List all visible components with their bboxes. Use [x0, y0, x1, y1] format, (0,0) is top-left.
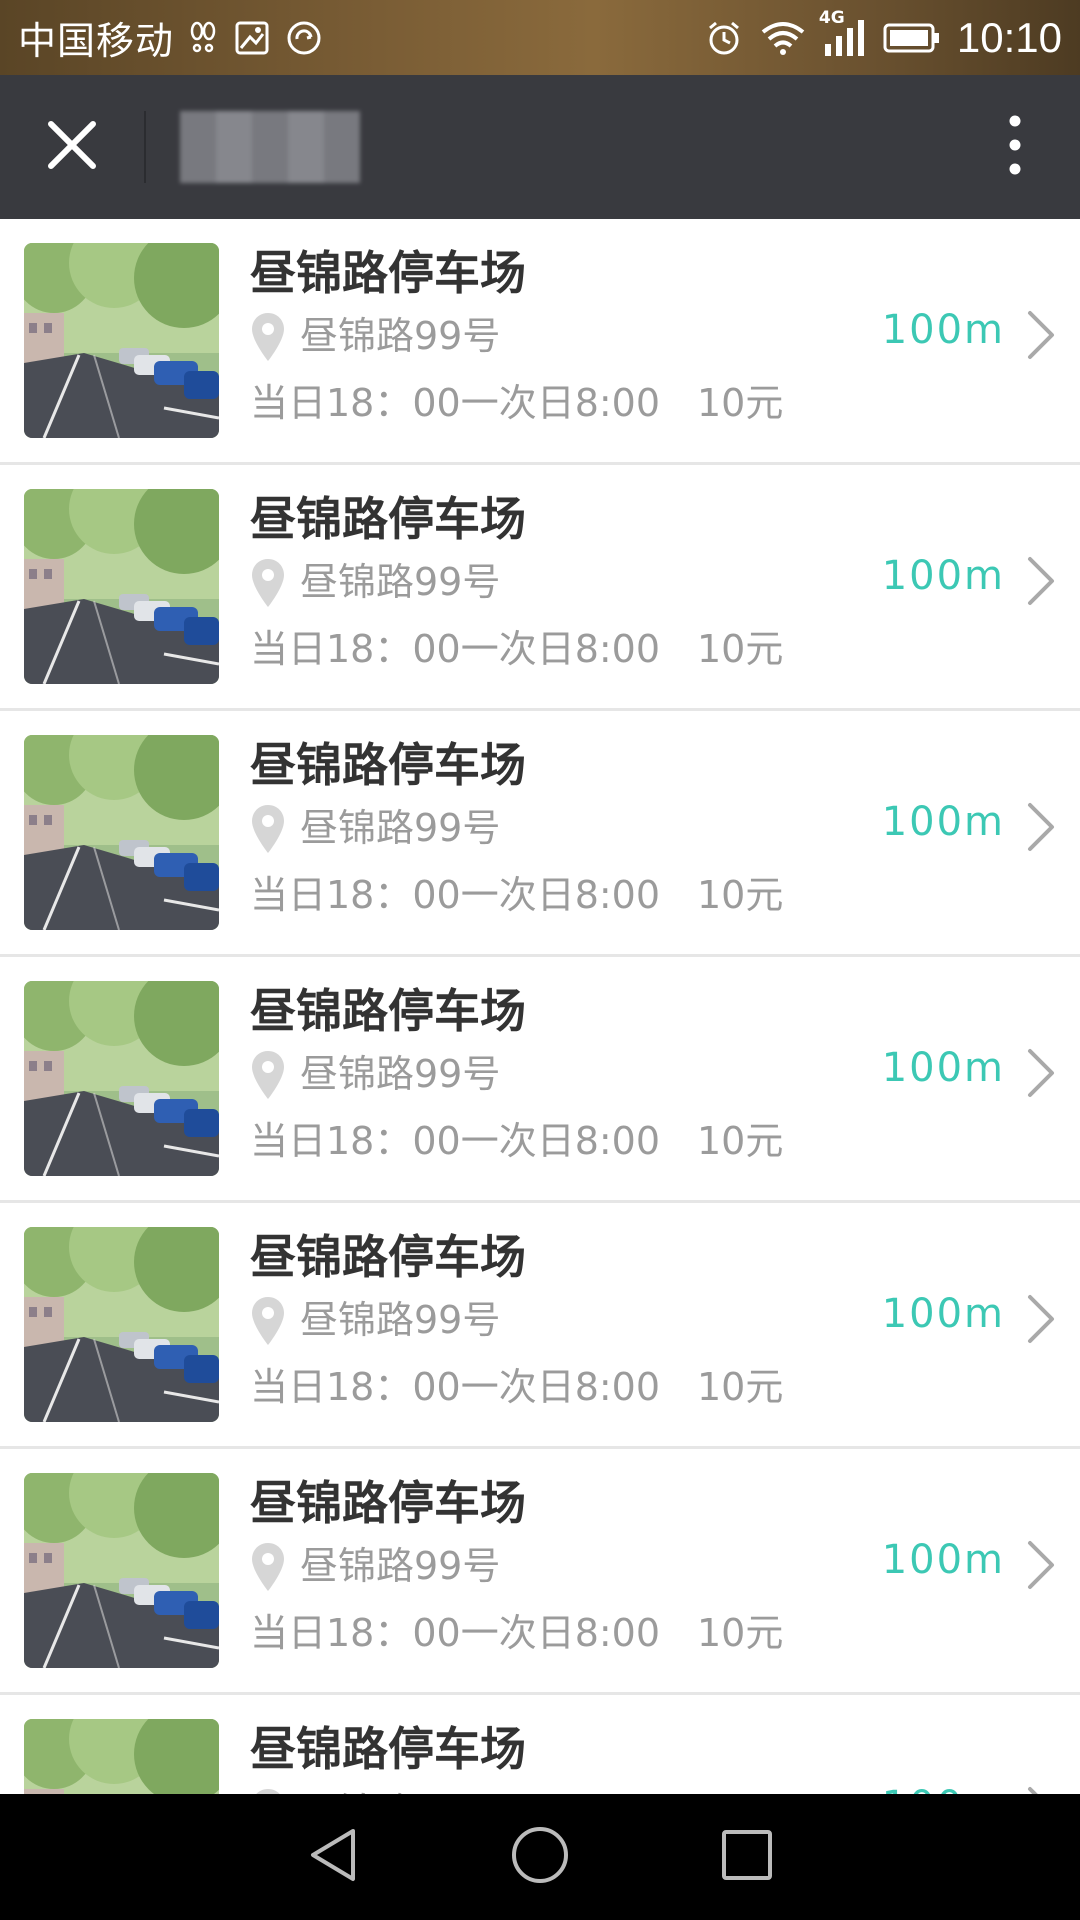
parking-lot-address: 昼锦路99号 [300, 1298, 501, 1342]
parking-lot-thumbnail [24, 1719, 219, 1794]
parking-lot-hours: 当日18：00一次日8:00 [250, 1119, 661, 1163]
chevron-right-icon [1026, 555, 1056, 611]
parking-lot-hours: 当日18：00一次日8:00 [250, 1611, 661, 1655]
battery-icon [883, 22, 941, 54]
parking-lot-distance: 100m [881, 307, 1005, 353]
location-pin-icon [250, 1049, 286, 1105]
parking-list: 昼锦路停车场 昼锦路99号 当日18：00一次日8:00 10元 100m 昼锦… [0, 219, 1080, 1794]
parking-lot-row[interactable]: 昼锦路停车场 昼锦路99号 当日18：00一次日8:00 10元 100m [0, 219, 1080, 465]
parking-lot-hours: 当日18：00一次日8:00 [250, 1365, 661, 1409]
more-menu-button[interactable] [950, 75, 1080, 219]
parking-lot-row[interactable]: 昼锦路停车场 昼锦路99号 当日18：00一次日8:00 10元 100m [0, 1203, 1080, 1449]
parking-lot-distance: 100m [881, 799, 1005, 845]
parking-lot-row[interactable]: 昼锦路停车场 昼锦路99号 当日18：00一次日8:00 10元 100m [0, 957, 1080, 1203]
chevron-right-icon [1026, 1293, 1056, 1349]
parking-lot-name: 昼锦路停车场 [250, 492, 526, 546]
location-pin-icon [250, 1787, 286, 1794]
back-nav-button[interactable] [283, 1807, 383, 1907]
parking-lot-thumbnail [24, 735, 219, 930]
location-pin-icon [250, 1295, 286, 1351]
navigation-bar [0, 1794, 1080, 1920]
parking-lot-hours: 当日18：00一次日8:00 [250, 381, 661, 425]
parking-lot-address: 昼锦路99号 [300, 314, 501, 358]
chevron-right-icon [1026, 801, 1056, 857]
wifi-icon [759, 20, 807, 56]
gallery-icon [234, 20, 270, 56]
parking-lot-address: 昼锦路99号 [300, 806, 501, 850]
status-bar: 中国移动 4G 10:10 [0, 0, 1080, 75]
parking-lot-address: 昼锦路99号 [300, 1781, 500, 1794]
close-button[interactable] [0, 75, 144, 219]
parking-lot-thumbnail [24, 1473, 219, 1668]
home-circle-icon [510, 1825, 570, 1889]
parking-lot-distance: 100m [881, 1291, 1005, 1337]
parking-lot-address: 昼锦路99号 [300, 1052, 501, 1096]
parking-lot-price: 10元 [697, 381, 784, 425]
back-triangle-icon [308, 1827, 358, 1887]
parking-lot-price: 10元 [697, 627, 784, 671]
parking-lot-name: 昼锦路停车场 [250, 1476, 526, 1530]
home-nav-button[interactable] [490, 1807, 590, 1907]
location-pin-icon [250, 803, 286, 859]
network-type: 4G [818, 7, 845, 28]
parking-lot-thumbnail [24, 1227, 219, 1422]
app-header [0, 75, 1080, 219]
location-pin-icon [250, 311, 286, 367]
location-pin-icon [250, 557, 286, 613]
parking-lot-thumbnail [24, 489, 219, 684]
location-pin-icon [250, 1541, 286, 1597]
parking-lot-row[interactable]: 昼锦路停车场 昼锦路99号 当日18：00一次日8:00 10元 100m [0, 1449, 1080, 1695]
parking-lot-distance: 100m [882, 1783, 1005, 1794]
carrier-name: 中国移动 [18, 19, 175, 63]
parking-lot-thumbnail [24, 981, 219, 1176]
parking-lot-name: 昼锦路停车场 [250, 1722, 526, 1776]
parking-lot-name: 昼锦路停车场 [250, 738, 526, 792]
parking-lot-distance: 100m [881, 1045, 1005, 1091]
page-title [180, 111, 360, 183]
close-icon [47, 120, 97, 174]
parking-lot-thumbnail [24, 243, 219, 438]
parking-lot-distance: 100m [881, 1537, 1005, 1583]
cellular-signal-icon: 4G [819, 8, 867, 58]
parking-lot-price: 10元 [697, 1365, 784, 1409]
parking-lot-name: 昼锦路停车场 [250, 984, 526, 1038]
alarm-icon [705, 19, 743, 57]
parking-lot-row[interactable]: 昼锦路停车场 昼锦路99号 当日18：00一次日8:00 10元 100m [0, 711, 1080, 957]
parking-lot-address: 昼锦路99号 [300, 1544, 501, 1588]
parking-lot-distance: 100m [881, 553, 1005, 599]
parking-lot-address: 昼锦路99号 [300, 560, 501, 604]
more-vertical-icon [1007, 115, 1023, 179]
parking-lot-hours: 当日18：00一次日8:00 [250, 873, 661, 917]
recents-square-icon [721, 1829, 773, 1885]
chevron-right-icon [1026, 1047, 1056, 1103]
clock-time: 10:10 [956, 13, 1062, 61]
parking-lot-row[interactable]: 昼锦路停车场 昼锦路99号 当日18：00一次日8:00 10元 100m [0, 465, 1080, 711]
recents-nav-button[interactable] [697, 1807, 797, 1907]
chevron-right-icon [1026, 1785, 1056, 1794]
chevron-right-icon [1026, 1539, 1056, 1595]
parking-lot-price: 10元 [697, 1611, 784, 1655]
header-divider [144, 111, 146, 183]
parking-lot-name: 昼锦路停车场 [250, 1230, 526, 1284]
parking-lot-hours: 当日18：00一次日8:00 [250, 627, 661, 671]
parking-lot-row[interactable]: 昼锦路停车场 昼锦路99号 当日18：00一次日8:00 10元 100m [0, 1695, 1080, 1794]
parking-lot-price: 10元 [697, 873, 784, 917]
sync-icon [286, 20, 322, 56]
parking-lot-price: 10元 [697, 1119, 784, 1163]
footprint-icon [188, 21, 218, 55]
parking-lot-name: 昼锦路停车场 [250, 246, 526, 300]
chevron-right-icon [1026, 309, 1056, 365]
